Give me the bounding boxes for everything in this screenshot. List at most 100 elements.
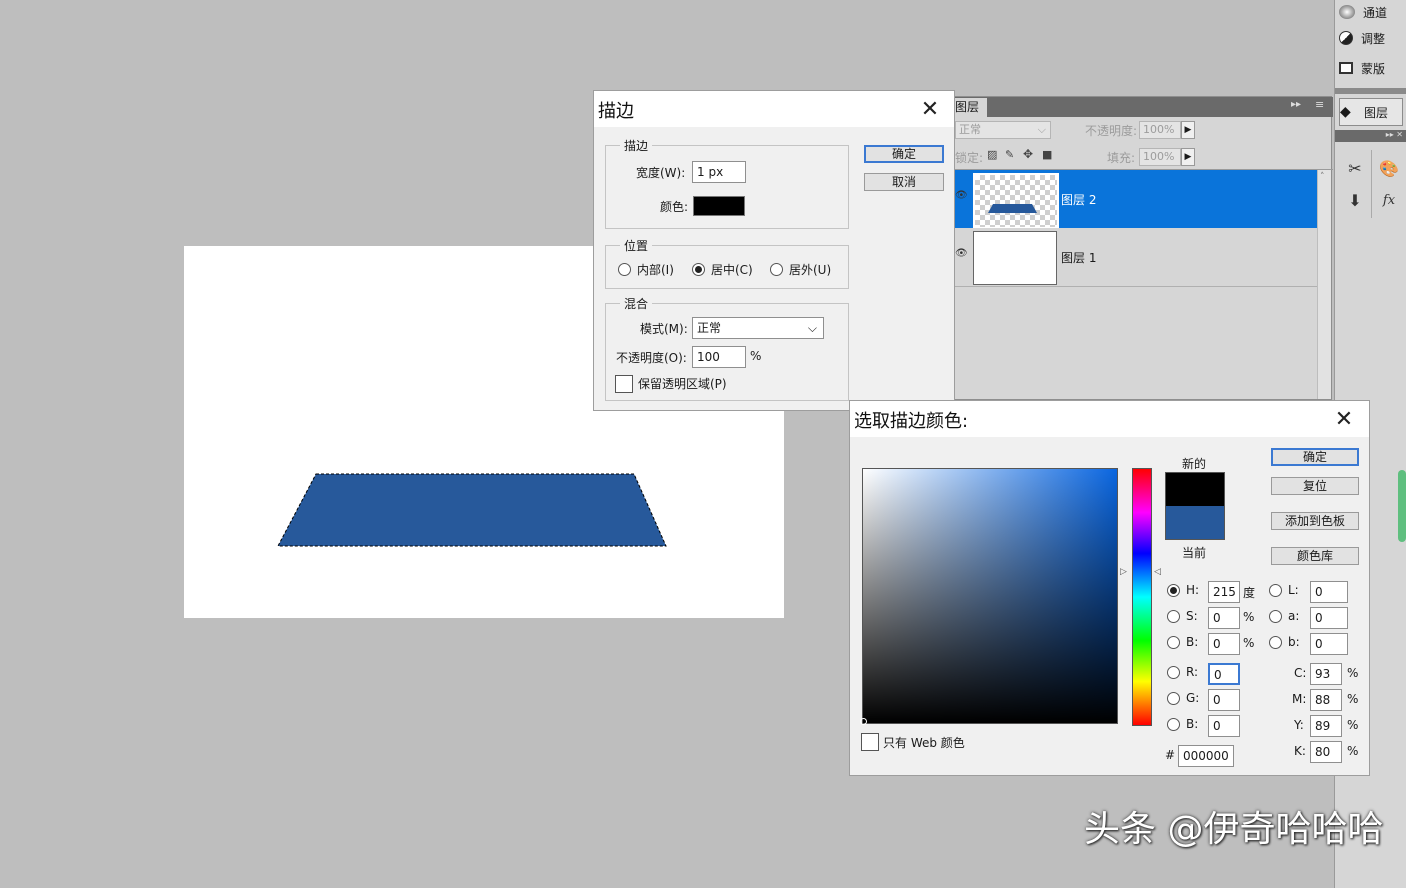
radio-red[interactable] (1167, 666, 1180, 679)
panel-menu-icon[interactable]: ≡ (1315, 98, 1324, 111)
close-icon[interactable]: ✕ (916, 95, 944, 123)
blue-input[interactable]: 0 (1208, 715, 1240, 737)
lock-brush-icon[interactable]: ✎ (1005, 148, 1014, 161)
radio-inside[interactable] (618, 263, 631, 276)
close-icon[interactable]: ✕ (1330, 405, 1358, 433)
group-legend: 位置 (620, 237, 653, 254)
fx-icon[interactable]: fx (1377, 188, 1401, 212)
layer-row[interactable]: 👁 图层 1 (953, 228, 1317, 287)
radio-outside[interactable] (770, 263, 783, 276)
lab-a-input[interactable]: 0 (1310, 607, 1348, 629)
radio-saturation[interactable] (1167, 610, 1180, 623)
hue-unit: 度 (1243, 586, 1256, 600)
panel-collapse-icon[interactable]: ▸▸ (1291, 99, 1301, 110)
fill-field[interactable]: 100% (1139, 148, 1181, 166)
layers-tab[interactable]: 图层 (953, 98, 988, 117)
color-libraries-button[interactable]: 颜色库 (1271, 547, 1359, 565)
black-label: K: (1294, 744, 1306, 758)
preserve-transparency-label[interactable]: 保留透明区域(P) (638, 375, 727, 392)
radio-green[interactable] (1167, 692, 1180, 705)
radio-outside-label[interactable]: 居外(U) (789, 261, 831, 278)
saturation-label: S: (1186, 609, 1198, 623)
dock-item-layers[interactable]: ◆ 图层 (1339, 98, 1403, 126)
chevron-down-icon: ⌵ (1037, 123, 1046, 136)
scroll-up-icon[interactable]: ˄ (1320, 172, 1325, 182)
hue-arrow-right-icon[interactable]: ◁ (1154, 567, 1161, 577)
opacity-input[interactable]: 100 (692, 346, 746, 368)
current-color-swatch[interactable] (1165, 506, 1225, 540)
dock-item-label: 蒙版 (1361, 61, 1386, 76)
scissors-icon[interactable]: ✂ (1343, 156, 1367, 180)
window-scrollbar-thumb[interactable] (1398, 470, 1406, 542)
hue-slider[interactable] (1132, 468, 1152, 726)
cyan-input[interactable]: 93 (1310, 663, 1342, 685)
fill-label: 填充: (1107, 151, 1136, 165)
radio-brightness[interactable] (1167, 636, 1180, 649)
blend-mode-select[interactable]: 正常 ⌵ (955, 121, 1051, 139)
radio-inside-label[interactable]: 内部(I) (637, 261, 674, 278)
ok-button[interactable]: 确定 (1271, 448, 1359, 466)
lab-a-label: a: (1288, 609, 1300, 623)
radio-lab-a[interactable] (1269, 610, 1282, 623)
lab-l-input[interactable]: 0 (1310, 581, 1348, 603)
layer-name[interactable]: 图层 2 (1061, 191, 1096, 208)
web-colors-only-checkbox[interactable] (861, 733, 879, 751)
red-label: R: (1186, 665, 1199, 679)
lab-b-input[interactable]: 0 (1310, 633, 1348, 655)
color-field-marker[interactable] (860, 718, 867, 725)
channels-icon (1339, 5, 1355, 19)
yellow-input[interactable]: 89 (1310, 715, 1342, 737)
lock-all-icon[interactable]: ■ (1042, 148, 1052, 161)
width-input[interactable]: 1 px (692, 161, 746, 183)
layer-name[interactable]: 图层 1 (1061, 249, 1096, 266)
stroke-color-swatch[interactable] (693, 196, 745, 216)
dock-collapse-bar[interactable]: ▸▸ ✕ (1335, 130, 1406, 142)
preserve-transparency-checkbox[interactable] (615, 375, 633, 393)
hue-arrow-left-icon[interactable]: ▷ (1120, 567, 1127, 577)
dock-item-adjustments[interactable]: 调整 (1339, 26, 1403, 50)
lock-transparent-icon[interactable]: ▨ (987, 148, 997, 161)
black-input[interactable]: 80 (1310, 741, 1342, 763)
lock-move-icon[interactable]: ✥ (1023, 147, 1033, 161)
dialog-title: 描边 (598, 101, 634, 122)
mode-value: 正常 (697, 321, 722, 335)
blend-mode-value: 正常 (959, 123, 981, 136)
opacity-field[interactable]: 100% (1139, 121, 1181, 139)
hue-input[interactable]: 215 (1208, 581, 1240, 603)
layer-row[interactable]: 👁 图层 2 (953, 170, 1317, 229)
mode-select[interactable]: 正常 ⌵ (692, 317, 824, 339)
stamp-icon[interactable]: ⬇ (1343, 188, 1367, 212)
eye-icon[interactable]: 👁 (955, 248, 968, 259)
dock-item-channels[interactable]: 通道 (1339, 0, 1403, 24)
radio-center[interactable] (692, 263, 705, 276)
fill-arrow-icon[interactable]: ▶ (1181, 148, 1195, 166)
dock-item-masks[interactable]: 蒙版 (1339, 56, 1403, 80)
green-input[interactable]: 0 (1208, 689, 1240, 711)
radio-center-label[interactable]: 居中(C) (711, 261, 753, 278)
ok-button[interactable]: 确定 (864, 145, 944, 163)
radio-hue[interactable] (1167, 584, 1180, 597)
magenta-input[interactable]: 88 (1310, 689, 1342, 711)
brightness-input[interactable]: 0 (1208, 633, 1240, 655)
add-to-swatches-button[interactable]: 添加到色板 (1271, 512, 1359, 530)
magenta-label: M: (1292, 692, 1307, 706)
eye-icon[interactable]: 👁 (955, 190, 968, 201)
radio-lab-l[interactable] (1269, 584, 1282, 597)
color-picker-dialog: 选取描边颜色: ✕ ▷ ◁ 新的 当前 确定 复位 添加到色板 颜色库 H: 2… (849, 400, 1370, 776)
cancel-button[interactable]: 取消 (864, 173, 944, 191)
red-input[interactable]: 0 (1208, 663, 1240, 685)
saturation-input[interactable]: 0 (1208, 607, 1240, 629)
reset-button[interactable]: 复位 (1271, 477, 1359, 495)
yellow-unit: % (1347, 718, 1359, 732)
palette-icon[interactable]: 🎨 (1377, 156, 1401, 180)
layers-scrollbar[interactable]: ˄ (1317, 170, 1331, 399)
opacity-arrow-icon[interactable]: ▶ (1181, 121, 1195, 139)
blend-group: 混合 模式(M): 正常 ⌵ 不透明度(O): 100 % 保留透明区域(P) (605, 295, 849, 401)
new-color-swatch (1165, 472, 1225, 506)
hex-input[interactable]: 000000 (1178, 745, 1234, 767)
radio-blue[interactable] (1167, 718, 1180, 731)
web-colors-only-label[interactable]: 只有 Web 颜色 (883, 734, 965, 751)
color-field[interactable] (860, 468, 1118, 725)
radio-lab-b[interactable] (1269, 636, 1282, 649)
position-group: 位置 内部(I) 居中(C) 居外(U) (605, 237, 849, 289)
